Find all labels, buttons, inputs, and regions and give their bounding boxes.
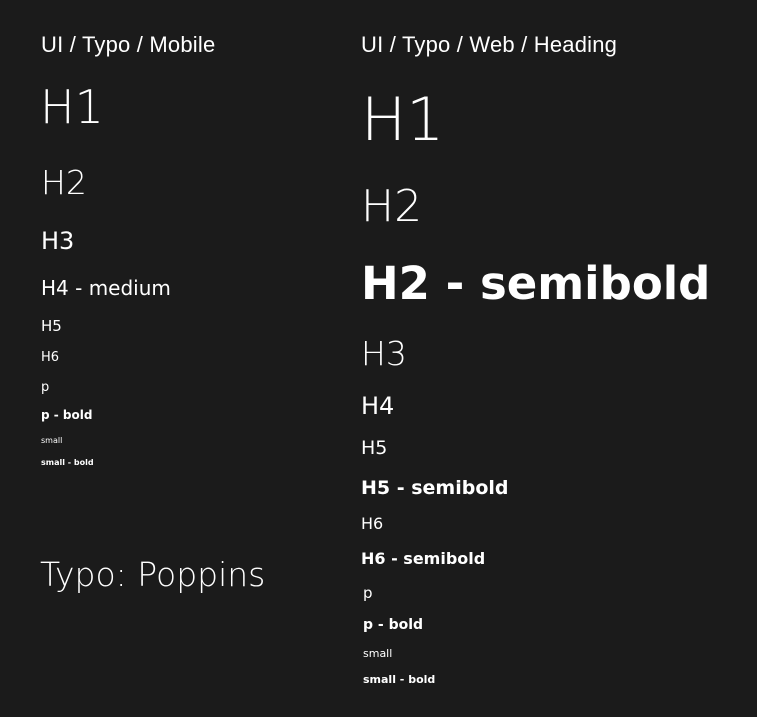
- mobile-h3-sample: H3: [41, 227, 75, 255]
- web-h2-semibold-sample: H2 - semibold: [361, 257, 711, 310]
- web-p-bold-sample: p - bold: [363, 617, 424, 633]
- web-h5-sample: H5: [361, 437, 388, 459]
- web-small-bold-sample: small - bold: [363, 673, 436, 686]
- web-h2-sample: H2: [361, 181, 423, 232]
- web-h5-semibold-sample: H5 - semibold: [361, 477, 509, 499]
- mobile-section-title: UI / Typo / Mobile: [41, 32, 216, 57]
- mobile-small-sample: small: [41, 436, 63, 445]
- web-h1-sample: H1: [361, 85, 445, 155]
- mobile-small-bold-sample: small - bold: [41, 458, 94, 467]
- web-section-title: UI / Typo / Web / Heading: [361, 32, 618, 57]
- web-p-sample: p: [363, 584, 373, 602]
- web-h6-sample: H6: [361, 514, 384, 533]
- mobile-h6-sample: H6: [41, 350, 60, 365]
- mobile-p-bold-sample: p - bold: [41, 408, 93, 422]
- web-small-sample: small: [363, 647, 393, 660]
- mobile-h2-sample: H2: [41, 163, 87, 202]
- web-h4-sample: H4: [361, 392, 395, 420]
- web-h3-sample: H3: [361, 334, 407, 373]
- mobile-h5-sample: H5: [41, 317, 62, 335]
- mobile-h4-medium-sample: H4 - medium: [41, 276, 171, 300]
- web-h6-semibold-sample: H6 - semibold: [361, 549, 486, 568]
- mobile-p-sample: p: [41, 380, 50, 395]
- font-family-note: Typo: Poppins: [40, 555, 266, 594]
- mobile-h1-sample: H1: [40, 80, 104, 134]
